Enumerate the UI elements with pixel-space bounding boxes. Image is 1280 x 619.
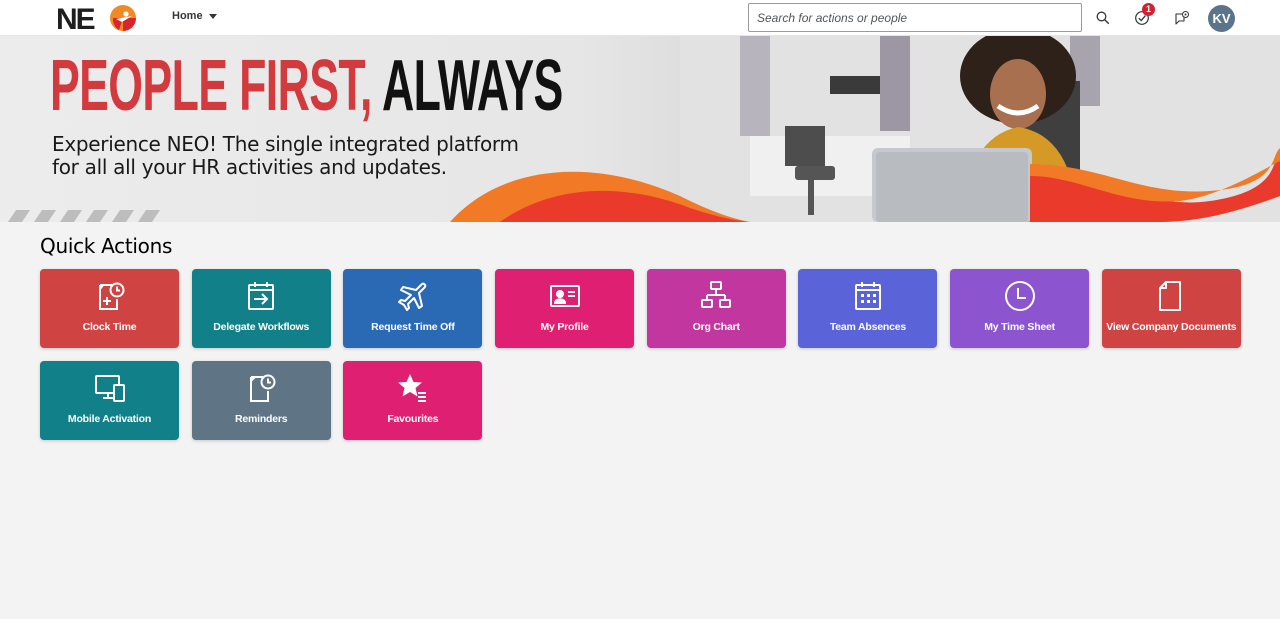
tile-delegate-workflows[interactable]: Delegate Workflows <box>191 269 331 348</box>
tile-my-time-sheet[interactable]: My Time Sheet <box>950 269 1090 348</box>
subline-line-1: Experience NEO! The single integrated pl… <box>52 132 519 156</box>
tile-label: Request Time Off <box>371 321 455 333</box>
tile-label: Team Absences <box>829 321 907 333</box>
shell-header: NE Home 1 KV <box>0 0 1280 36</box>
neo-logo[interactable]: NE <box>56 2 140 36</box>
tile-org-chart[interactable]: Org Chart <box>646 269 786 348</box>
tile-clock-time[interactable]: Clock Time <box>40 269 179 348</box>
clock-time-icon <box>93 279 127 313</box>
banner-headline: PEOPLE FIRST, ALWAYS <box>50 50 563 122</box>
notifications-button[interactable]: 1 <box>1130 3 1155 30</box>
search-button[interactable] <box>1091 6 1115 30</box>
tile-favourites[interactable]: Favourites <box>343 361 483 440</box>
tile-request-time-off[interactable]: Request Time Off <box>343 269 483 348</box>
document-icon <box>1154 279 1188 313</box>
favourites-icon <box>396 371 430 405</box>
devices-icon <box>93 371 127 405</box>
airplane-icon <box>396 279 430 313</box>
banner-subline: Experience NEO! The single integrated pl… <box>52 133 519 179</box>
home-menu-label: Home <box>172 10 203 22</box>
tile-label: My Time Sheet <box>984 321 1055 333</box>
tile-label: Favourites <box>387 413 439 425</box>
reminder-icon <box>244 371 278 405</box>
tile-view-company-documents[interactable]: View Company Documents <box>1101 269 1241 348</box>
quick-actions-grid: Clock Time Delegate Workflows Request Ti… <box>40 269 1250 440</box>
avatar-initials: KV <box>1212 11 1231 26</box>
profile-card-icon <box>548 279 582 313</box>
headline-red: PEOPLE FIRST, <box>50 46 372 126</box>
tile-label: Delegate Workflows <box>213 321 310 333</box>
tile-label: Org Chart <box>692 321 740 333</box>
tile-label: My Profile <box>540 321 589 333</box>
quick-actions-title: Quick Actions <box>40 234 173 258</box>
tile-reminders[interactable]: Reminders <box>191 361 331 440</box>
tile-my-profile[interactable]: My Profile <box>495 269 635 348</box>
notification-badge: 1 <box>1142 3 1155 16</box>
clock-icon <box>1003 279 1037 313</box>
subline-line-2: for all all your HR activities and updat… <box>52 155 447 179</box>
tile-label: Clock Time <box>82 321 137 333</box>
tile-team-absences[interactable]: Team Absences <box>798 269 938 348</box>
tile-label: Mobile Activation <box>67 413 152 425</box>
calendar-icon <box>851 279 885 313</box>
tile-mobile-activation[interactable]: Mobile Activation <box>40 361 179 440</box>
hero-banner: PEOPLE FIRST, ALWAYS Experience NEO! The… <box>0 36 1280 222</box>
chat-bubble-icon <box>1175 11 1189 25</box>
feedback-button[interactable] <box>1170 6 1194 30</box>
user-avatar[interactable]: KV <box>1208 5 1235 32</box>
hero-photo <box>680 36 1280 222</box>
search-icon <box>1096 11 1110 25</box>
search-input[interactable] <box>748 3 1082 32</box>
chevron-down-icon <box>208 13 217 19</box>
delegate-calendar-icon <box>244 279 278 313</box>
svg-text:NE: NE <box>56 3 95 34</box>
headline-black: ALWAYS <box>381 46 563 126</box>
org-chart-icon <box>699 279 733 313</box>
tile-label: Reminders <box>234 413 288 425</box>
home-menu-button[interactable]: Home <box>172 10 217 22</box>
tile-label: View Company Documents <box>1106 321 1237 333</box>
